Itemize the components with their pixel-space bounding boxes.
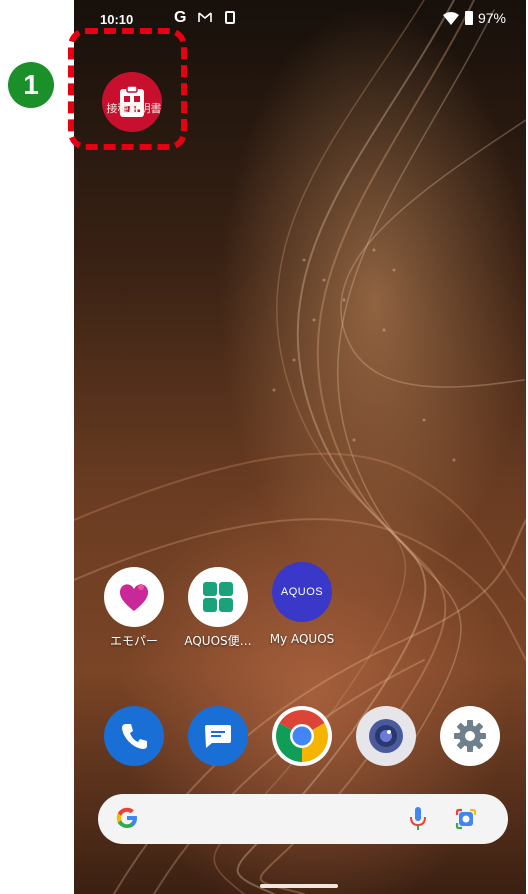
step-badge: 1 [8,62,54,108]
chrome-icon [276,710,328,762]
emopa-app[interactable] [104,567,164,627]
emopa-label: エモパー [109,634,158,648]
google-g-icon [116,807,137,828]
battery-percent: 97% [477,10,506,26]
my-aquos-app[interactable]: AQUOS [272,562,332,622]
step-number: 1 [23,69,39,100]
battery-icon [464,11,473,25]
phone-icon [122,724,147,749]
status-time: 10:10 [100,12,134,27]
highlight-box [68,28,187,150]
settings-app[interactable] [440,706,500,766]
sim-status-icon [225,11,235,24]
phone-app[interactable] [104,706,164,766]
aquos-grid-icon [203,582,233,612]
google-status-icon: G [174,9,187,26]
settings-gear-icon [454,720,486,752]
camera-app[interactable] [356,706,416,766]
gmail-status-icon [198,12,212,22]
messages-app[interactable] [188,706,248,766]
aquos-benri-label: AQUOS便… [184,634,252,648]
wifi-icon [442,11,459,25]
google-search-bar[interactable] [98,794,508,844]
mic-icon[interactable] [408,806,428,832]
lens-icon[interactable] [454,807,478,831]
messages-icon [205,725,231,748]
camera-icon [369,719,403,753]
home-gesture-handle[interactable] [260,884,338,888]
aquos-benri-app[interactable] [188,567,248,627]
status-right: 97% [442,10,506,26]
emopa-heart-icon [119,584,149,611]
my-aquos-label: My AQUOS [269,632,335,646]
page: 1 10:10 G 97% 接種証明書 エモパー AQUOS便… AQUOS M… [0,0,528,894]
chrome-app[interactable] [272,706,332,766]
my-aquos-icon: AQUOS [280,586,324,598]
